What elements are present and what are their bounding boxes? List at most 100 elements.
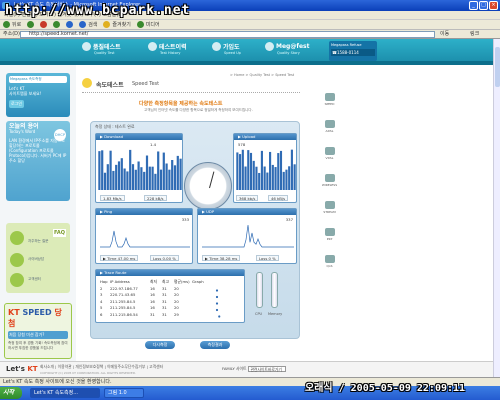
throughput-bar bbox=[168, 169, 171, 190]
throughput-bar bbox=[274, 167, 277, 190]
faq-label[interactable]: FAQ bbox=[53, 229, 66, 237]
right-link-wireless[interactable]: WIRELESS bbox=[307, 174, 352, 187]
right-link-label: P2P bbox=[326, 237, 333, 241]
search-button[interactable]: 검색 bbox=[79, 21, 97, 28]
wireless-icon bbox=[324, 174, 335, 182]
throughput-bar bbox=[252, 160, 255, 190]
faq-mascot-icon bbox=[10, 231, 24, 245]
throughput-bar bbox=[126, 171, 129, 190]
customer-center-link[interactable]: 고객센터 bbox=[28, 277, 41, 282]
minimize-button[interactable]: _ bbox=[469, 1, 478, 10]
trace-route-table: Hop IP Address 최저 최고 평균(ms) Graph 2 222.97.186.… bbox=[100, 279, 208, 318]
task-image-window[interactable]: 그림 1.0 bbox=[104, 388, 144, 398]
favorites-button[interactable]: 즐겨찾기 bbox=[103, 21, 131, 28]
history-icon bbox=[148, 42, 157, 51]
throughput-bar bbox=[258, 172, 261, 190]
nav-quality-test[interactable]: 품질테스트 bbox=[82, 42, 121, 51]
throughput-bar bbox=[120, 158, 123, 190]
vertical-scrollbar[interactable] bbox=[493, 39, 500, 377]
address-bar: 주소(D) http://speed.kornet.net/ 이동 링크 bbox=[0, 30, 500, 39]
address-input[interactable]: http://speed.kornet.net/ bbox=[20, 31, 435, 38]
maximize-button[interactable]: □ bbox=[479, 1, 488, 10]
throughput-bar bbox=[106, 164, 109, 190]
window-controls: _ □ × bbox=[469, 1, 498, 10]
address-label: 주소(D) bbox=[3, 31, 20, 37]
nav-test-history[interactable]: 테스트이력 bbox=[148, 42, 187, 51]
back-button[interactable]: 뒤로 bbox=[3, 21, 21, 28]
throughput-bar bbox=[131, 164, 135, 190]
login-button[interactable]: 로그인 bbox=[9, 100, 25, 108]
download-bar-chart bbox=[98, 149, 182, 190]
throughput-bar bbox=[263, 166, 266, 190]
timestamp-overlay: 오래식 / 2005-05-09 22:09:11 bbox=[305, 383, 466, 394]
throughput-bar bbox=[148, 166, 151, 190]
throughput-bar bbox=[249, 152, 253, 190]
page-title: 속도테스트 bbox=[96, 82, 124, 89]
nav-megafest[interactable]: Meg@fest bbox=[265, 42, 309, 51]
right-link-vdsl[interactable]: VDSL bbox=[307, 147, 352, 160]
member-phone: ☎1588-0114 bbox=[331, 49, 375, 56]
cyber-counsel-link[interactable]: 사이버상담 bbox=[28, 257, 44, 262]
right-link-adsl[interactable]: ADSL bbox=[307, 120, 352, 133]
right-link-speed[interactable]: SPEED bbox=[307, 93, 352, 106]
throughput-bar bbox=[157, 151, 160, 190]
customer-center-icon bbox=[10, 273, 24, 287]
nav-sub-label: Quality Test bbox=[94, 51, 115, 55]
memory-label: Memory bbox=[268, 312, 283, 316]
faq-link[interactable]: 자주하는 질문 bbox=[28, 239, 48, 244]
ping-loss: Loss 0.00 % bbox=[150, 255, 179, 261]
right-link-stream[interactable]: STREAM bbox=[307, 201, 352, 214]
refresh-icon bbox=[53, 21, 61, 28]
column-header: Graph bbox=[192, 279, 204, 284]
kt-speed-logo: KT SPEED 당첨 bbox=[8, 308, 62, 328]
intro-headline: 다양한 측정항목을 제공하는 속도테스트 bbox=[139, 101, 223, 107]
page-title-en: Speed Test bbox=[132, 81, 160, 87]
throughput-bar bbox=[285, 169, 288, 190]
udp-header: ▶ UDP bbox=[198, 209, 296, 215]
go-button[interactable]: 이동 bbox=[440, 30, 449, 39]
nav-speed-up[interactable]: 가입도 bbox=[212, 42, 240, 51]
ping-time: ▶ Time 47.00 ms bbox=[100, 255, 139, 261]
throughput-bar bbox=[117, 161, 121, 190]
links-button[interactable]: 링크 bbox=[470, 30, 479, 39]
member-box[interactable]: Megapass Refuse ☎1588-0114 bbox=[329, 41, 377, 61]
throughput-bar bbox=[293, 164, 296, 190]
task-ie-window[interactable]: Let's KT 속도측정... bbox=[30, 388, 100, 398]
trace-hop-point bbox=[215, 289, 219, 292]
family-site-select[interactable]: 관련사이트바로가기 bbox=[248, 366, 287, 372]
right-link-p2p[interactable]: P2P bbox=[307, 228, 352, 241]
throughput-bar bbox=[123, 168, 126, 190]
retest-button[interactable]: 다시측정 bbox=[145, 341, 175, 349]
adsl-icon bbox=[324, 120, 335, 128]
right-link-label: STREAM bbox=[323, 210, 336, 214]
download-bytes: 228 kB/s bbox=[144, 195, 167, 201]
media-button[interactable]: 미디어 bbox=[136, 21, 160, 28]
stop-button[interactable] bbox=[40, 21, 48, 28]
megafest-icon bbox=[265, 42, 274, 51]
refresh-button[interactable] bbox=[53, 21, 61, 28]
throughput-bar bbox=[143, 171, 146, 190]
speed-icon bbox=[212, 42, 221, 51]
home-button[interactable] bbox=[66, 21, 74, 28]
result-button[interactable]: 측정결과 bbox=[200, 341, 230, 349]
close-button[interactable]: × bbox=[489, 1, 498, 10]
table-cell: 31 bbox=[150, 311, 155, 317]
start-button[interactable]: 시작 bbox=[0, 387, 22, 399]
left-sidebar: Megapass 속도측정 Let's KT 사이트맵을 보세요! 로그인 오늘… bbox=[0, 65, 76, 377]
footer-links[interactable]: 회사소개 | 이용약관 | 개인정보보호정책 | 이메일주소무단수집거부 | 고… bbox=[40, 364, 163, 370]
nav-sub-label: Test History bbox=[160, 51, 181, 55]
throughput-bar bbox=[129, 149, 132, 190]
throughput-bar bbox=[290, 149, 293, 190]
ping-header: ▶ Ping bbox=[96, 209, 192, 215]
right-sidebar: SPEED ADSL VDSL WIRELESS STREAM P2P QoS bbox=[307, 65, 352, 377]
kt-speed-event-box[interactable]: KT SPEED 당첨 처음 당첨 미션 참가? 측정 참여 후 경품 기회! … bbox=[4, 303, 72, 359]
throughput-bar bbox=[260, 150, 263, 190]
right-link-qos[interactable]: QoS bbox=[307, 255, 352, 268]
trace-hop-point bbox=[215, 308, 219, 312]
forward-button[interactable] bbox=[27, 21, 35, 28]
throughput-bar bbox=[115, 164, 118, 190]
throughput-bar bbox=[171, 160, 174, 190]
scroll-thumb[interactable] bbox=[495, 47, 500, 87]
speed-icon bbox=[324, 93, 335, 101]
star-icon bbox=[103, 21, 111, 28]
